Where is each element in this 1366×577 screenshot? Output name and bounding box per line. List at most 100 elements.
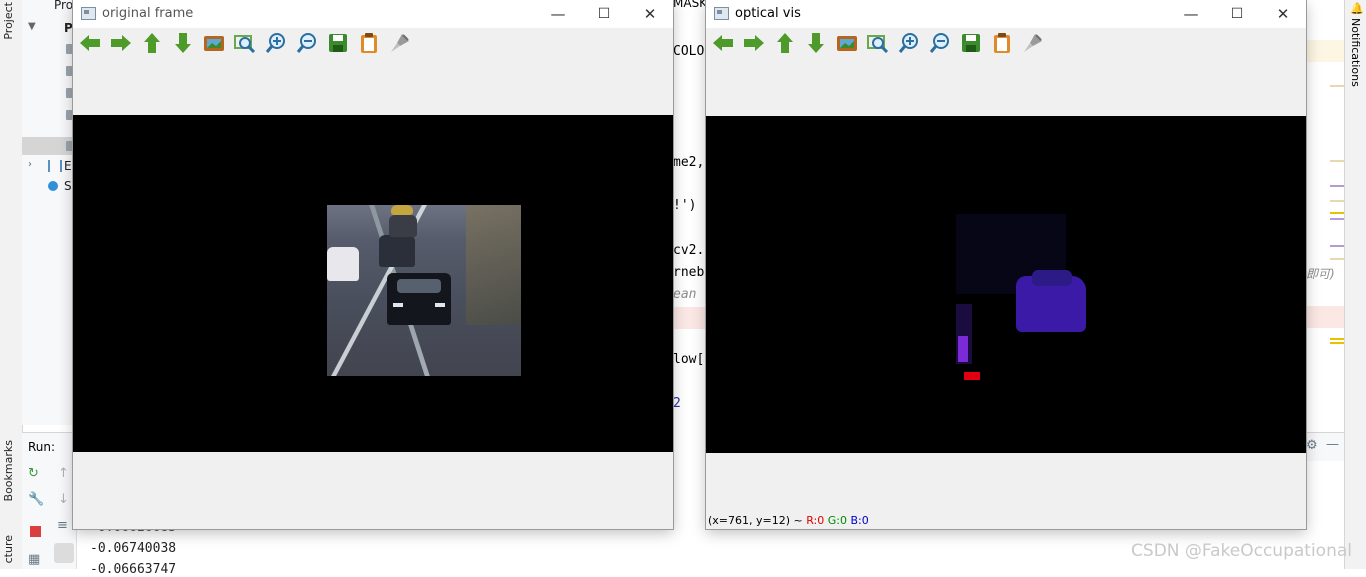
wrench-icon[interactable]: 🔧: [28, 492, 44, 507]
pixel-coords: (x=761, y=12) ~: [708, 514, 803, 527]
gutter-mark[interactable]: [1330, 245, 1344, 247]
zoom-in-icon[interactable]: [264, 32, 288, 54]
project-root-label: Pro: [54, 0, 74, 12]
save-icon[interactable]: [959, 32, 983, 54]
scratches-row[interactable]: S: [22, 178, 74, 196]
zoom-out-icon[interactable]: [928, 32, 952, 54]
zoom-fit-icon[interactable]: [835, 32, 859, 54]
code-editor-visible-slice[interactable]: MASK COLO me2, !') cv2. rneb ean low[ 2: [673, 0, 708, 411]
window-app-icon: [714, 7, 729, 20]
comment-snippet: 即可): [1306, 267, 1335, 281]
structure-tool-tab[interactable]: cture: [2, 535, 15, 563]
project-folder-row[interactable]: ▼ P: [22, 20, 74, 38]
code-snippet: ean: [673, 287, 697, 302]
gutter-mark[interactable]: [1330, 258, 1344, 260]
copy-icon[interactable]: [990, 32, 1014, 54]
close-button[interactable]: ✕: [1260, 0, 1306, 28]
stop-icon[interactable]: [30, 526, 41, 537]
gutter-mark[interactable]: [1330, 338, 1344, 340]
notifications-bell-icon[interactable]: 🔔: [1350, 2, 1364, 15]
zoom-region-icon[interactable]: [866, 32, 890, 54]
arrow-up-icon[interactable]: ↑: [58, 466, 69, 481]
image-region: [393, 303, 403, 307]
project-panel: Pro ▼ P › E S: [22, 0, 75, 425]
image-region: [466, 205, 521, 325]
watermark: CSDN @FakeOccupational: [1131, 541, 1352, 561]
scroll-to-end-icon[interactable]: [54, 543, 74, 563]
optical-vis-window[interactable]: optical vis — ☐ ✕ (x=761, y=12) ~ R:0 G:…: [706, 0, 1306, 529]
project-tool-tab[interactable]: Project: [2, 2, 15, 40]
flow-patch: [1032, 270, 1072, 286]
gutter-mark[interactable]: [1330, 185, 1344, 187]
save-icon[interactable]: [326, 32, 350, 54]
minimize-button[interactable]: —: [1168, 0, 1214, 28]
flow-patch: [964, 372, 980, 380]
code-snippet: !'): [673, 198, 697, 213]
gutter-mark[interactable]: [1330, 218, 1344, 220]
gear-icon[interactable]: ⚙: [1306, 438, 1318, 453]
minimize-panel-icon[interactable]: —: [1326, 437, 1339, 452]
copy-icon[interactable]: [357, 32, 381, 54]
zoom-fit-icon[interactable]: [202, 32, 226, 54]
properties-icon[interactable]: [388, 32, 412, 54]
notifications-tool-tab[interactable]: Notifications: [1349, 18, 1362, 87]
optical-vis-viewport[interactable]: [706, 116, 1306, 453]
gutter-mark[interactable]: [1330, 85, 1344, 87]
run-panel-header-right: ⚙ —: [1306, 432, 1344, 461]
pan-right-icon[interactable]: [109, 32, 133, 54]
rerun-icon[interactable]: ↻: [28, 466, 39, 481]
gutter-mark[interactable]: [1330, 342, 1344, 344]
pan-left-icon[interactable]: [78, 32, 102, 54]
image-car: [327, 247, 359, 281]
original-frame-titlebar[interactable]: original frame — ☐ ✕: [73, 0, 673, 28]
pan-up-icon[interactable]: [140, 32, 164, 54]
code-snippet: MASK: [673, 0, 708, 10]
image-region: [435, 303, 445, 307]
optical-vis-toolbar: [706, 28, 1306, 58]
library-icon: [48, 160, 62, 172]
pan-down-icon[interactable]: [171, 32, 195, 54]
bookmarks-tool-tab[interactable]: Bookmarks: [2, 440, 15, 501]
original-frame-window[interactable]: original frame — ☐ ✕: [73, 0, 673, 529]
image-car: [387, 273, 451, 325]
chevron-down-icon[interactable]: ▼: [28, 21, 36, 32]
gutter-mark[interactable]: [1330, 200, 1344, 202]
maximize-button[interactable]: ☐: [1214, 0, 1260, 28]
zoom-region-icon[interactable]: [233, 32, 257, 54]
console-line: -0.06740038: [90, 541, 177, 556]
soft-wrap-icon[interactable]: ≡: [57, 518, 68, 533]
arrow-down-icon[interactable]: ↓: [58, 492, 69, 507]
maximize-button[interactable]: ☐: [581, 0, 627, 28]
zoom-in-icon[interactable]: [897, 32, 921, 54]
pan-right-icon[interactable]: [742, 32, 766, 54]
pan-down-icon[interactable]: [804, 32, 828, 54]
external-libraries-row[interactable]: › E: [22, 158, 74, 176]
original-frame-viewport[interactable]: [73, 115, 673, 452]
properties-icon[interactable]: [1021, 32, 1045, 54]
console-output[interactable]: -0.06626683 -0.06740038 -0.06663747: [76, 520, 716, 577]
external-libraries-label: E: [64, 159, 72, 173]
pan-up-icon[interactable]: [773, 32, 797, 54]
project-root-row[interactable]: Pro: [22, 0, 74, 15]
pan-left-icon[interactable]: [711, 32, 735, 54]
gutter-mark[interactable]: [1330, 160, 1344, 162]
gutter-mark[interactable]: [1330, 212, 1344, 214]
optical-vis-titlebar[interactable]: optical vis — ☐ ✕: [706, 0, 1306, 28]
close-button[interactable]: ✕: [627, 0, 673, 28]
line-highlight: [1306, 306, 1344, 328]
chevron-right-icon[interactable]: ›: [28, 159, 32, 170]
code-snippet: COLO: [673, 44, 705, 59]
code-editor-right-slice[interactable]: 即可): [1306, 0, 1344, 410]
zoom-out-icon[interactable]: [295, 32, 319, 54]
layout-icon[interactable]: ▦: [28, 552, 40, 567]
optical-vis-statusbar: (x=761, y=12) ~ R:0 G:0 B:0: [706, 511, 1306, 529]
scratch-icon: [48, 181, 58, 191]
image-region: [397, 279, 441, 293]
project-selected-row[interactable]: [22, 137, 75, 155]
image-car: [379, 235, 415, 267]
pixel-b-value: B:0: [850, 514, 869, 527]
flow-region: [956, 204, 1156, 380]
minimize-button[interactable]: —: [535, 0, 581, 28]
image-car: [389, 215, 417, 237]
original-frame-title: original frame: [102, 6, 194, 21]
